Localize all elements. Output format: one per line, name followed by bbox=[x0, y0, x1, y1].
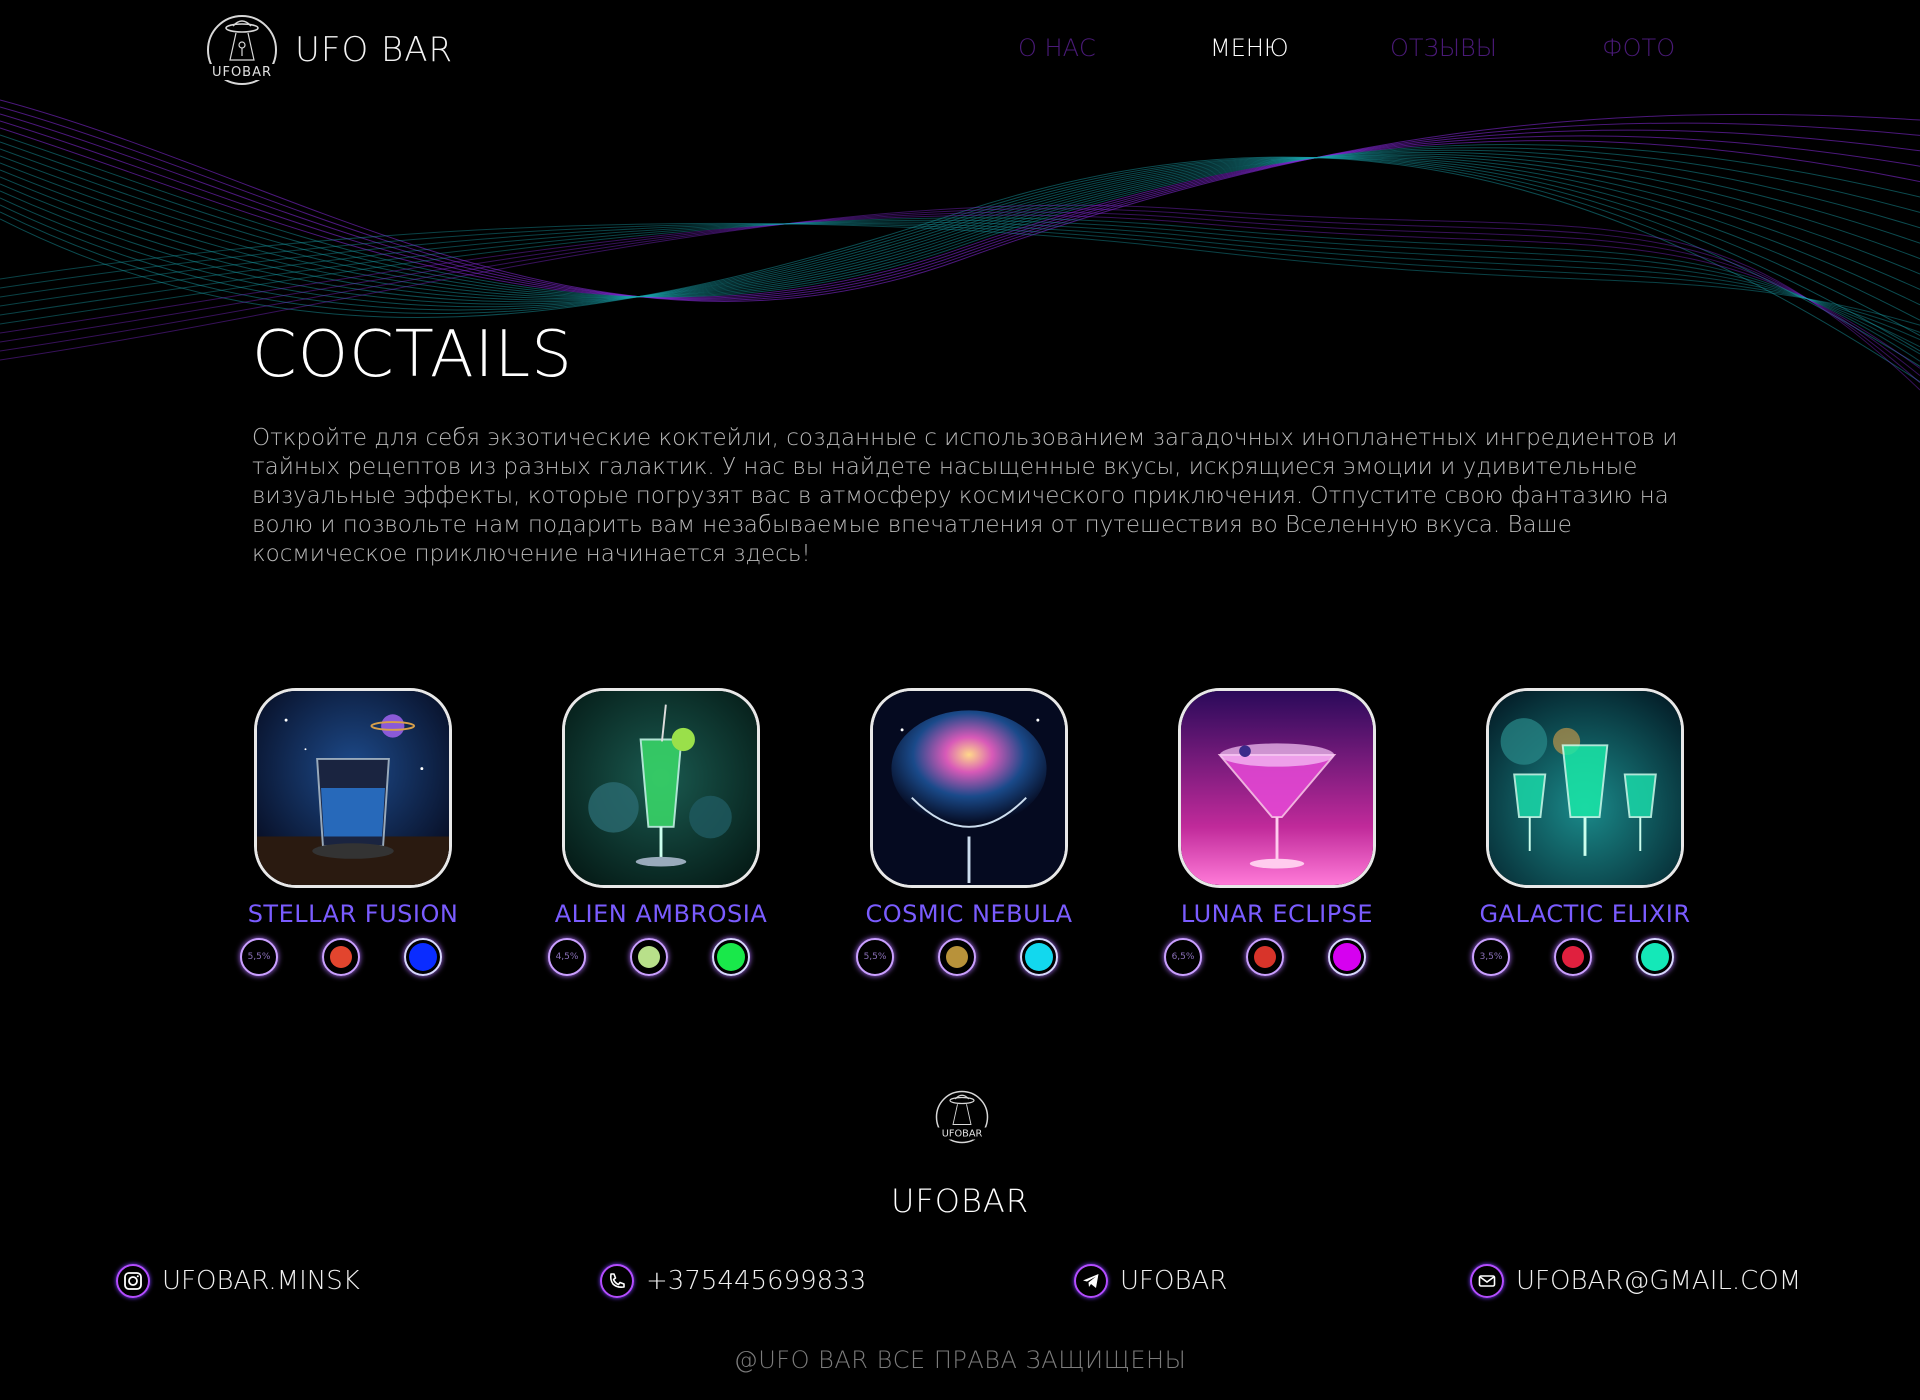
ingredient-icon bbox=[630, 938, 668, 976]
nav-about[interactable]: О НАС bbox=[1018, 34, 1096, 62]
cocktail-photo[interactable] bbox=[870, 688, 1068, 888]
instagram-handle[interactable]: UFOBAR.MINSK bbox=[162, 1266, 360, 1296]
footer-title: UFOBAR bbox=[890, 1182, 1030, 1220]
telegram-link[interactable]: UFOBAR bbox=[1074, 1264, 1227, 1298]
ingredient-swatch bbox=[330, 946, 352, 968]
abv-value: 5,5% bbox=[247, 952, 271, 962]
ingredient-swatch bbox=[1254, 946, 1276, 968]
abv-value: 5,5% bbox=[863, 952, 887, 962]
copyright: @UFO BAR ВСЕ ПРАВА ЗАЩИЩЕНЫ bbox=[733, 1346, 1187, 1374]
ingredient-swatch bbox=[1562, 946, 1584, 968]
hero-description: Откройте для себя экзотические коктейли,… bbox=[252, 425, 1678, 567]
wave-line bbox=[0, 155, 1920, 301]
color-swatch bbox=[1025, 943, 1053, 971]
telegram-handle[interactable]: UFOBAR bbox=[1120, 1266, 1227, 1296]
color-badge bbox=[404, 938, 442, 976]
color-swatch bbox=[717, 943, 745, 971]
abv-value: 6,5% bbox=[1171, 952, 1195, 962]
abv-value: 4,5% bbox=[555, 952, 579, 962]
cocktail-photo[interactable] bbox=[1178, 688, 1376, 888]
instagram-icon bbox=[116, 1264, 150, 1298]
wave-line bbox=[0, 156, 1920, 306]
nav-reviews[interactable]: ОТЗЫВЫ bbox=[1390, 34, 1497, 62]
color-swatch bbox=[409, 943, 437, 971]
phone-number[interactable]: +375445699833 bbox=[646, 1266, 866, 1296]
cocktail-image-icon bbox=[257, 691, 449, 885]
ingredient-icon bbox=[938, 938, 976, 976]
abv-badge: 5,5% bbox=[856, 938, 894, 976]
cocktail-name[interactable]: LUNAR ECLIPSE bbox=[1124, 900, 1430, 928]
ufo-logo-icon[interactable]: UFOBAR bbox=[932, 1088, 992, 1146]
cocktail-photo[interactable] bbox=[254, 688, 452, 888]
cocktail-photo[interactable] bbox=[1486, 688, 1684, 888]
ingredient-swatch bbox=[638, 946, 660, 968]
cocktail-image-icon bbox=[1181, 691, 1373, 885]
phone-icon bbox=[600, 1264, 634, 1298]
color-badge bbox=[712, 938, 750, 976]
email-address[interactable]: UFOBAR@GMAIL.COM bbox=[1516, 1266, 1801, 1296]
wave-line bbox=[0, 151, 1920, 298]
telegram-icon bbox=[1074, 1264, 1108, 1298]
cocktail-list: STELLAR FUSION 5,5% ALIEN AMBROSIA 4,5% bbox=[0, 688, 1920, 978]
mail-icon bbox=[1470, 1264, 1504, 1298]
site-header: UFOBAR UFO BAR О НАС МЕНЮ ОТЗЫВЫ ФОТО bbox=[0, 0, 1920, 100]
ingredient-swatch bbox=[946, 946, 968, 968]
email-link[interactable]: UFOBAR@GMAIL.COM bbox=[1470, 1264, 1801, 1298]
color-swatch bbox=[1641, 943, 1669, 971]
cocktail-image-icon bbox=[873, 691, 1065, 885]
wave-line bbox=[0, 120, 1920, 299]
instagram-link[interactable]: UFOBAR.MINSK bbox=[116, 1264, 360, 1298]
cocktail-image-icon bbox=[565, 691, 757, 885]
phone-link[interactable]: +375445699833 bbox=[600, 1264, 866, 1298]
background-waves bbox=[0, 99, 1920, 391]
site-footer: UFOBAR UFOBAR UFOBAR.MINSK +375445699833… bbox=[0, 1080, 1920, 1400]
cocktail-name[interactable]: ALIEN AMBROSIA bbox=[508, 900, 814, 928]
ingredient-icon bbox=[1246, 938, 1284, 976]
cocktail-name[interactable]: STELLAR FUSION bbox=[200, 900, 506, 928]
ingredient-icon bbox=[322, 938, 360, 976]
svg-text:UFOBAR: UFOBAR bbox=[942, 1129, 983, 1140]
cocktail-name[interactable]: GALACTIC ELIXIR bbox=[1432, 900, 1738, 928]
color-badge bbox=[1328, 938, 1366, 976]
cocktail-image-icon bbox=[1489, 691, 1681, 885]
abv-badge: 3,5% bbox=[1472, 938, 1510, 976]
abv-badge: 6,5% bbox=[1164, 938, 1202, 976]
color-swatch bbox=[1333, 943, 1361, 971]
ingredient-icon bbox=[1554, 938, 1592, 976]
cocktail-photo[interactable] bbox=[562, 688, 760, 888]
page-title: COCTAILS bbox=[252, 318, 573, 392]
brand-name[interactable]: UFO BAR bbox=[295, 30, 453, 70]
color-badge bbox=[1636, 938, 1674, 976]
color-badge bbox=[1020, 938, 1058, 976]
nav-menu[interactable]: МЕНЮ bbox=[1210, 34, 1289, 62]
cocktail-name[interactable]: COSMIC NEBULA bbox=[816, 900, 1122, 928]
nav-photo[interactable]: ФОТО bbox=[1602, 34, 1675, 62]
ufo-logo-icon[interactable]: UFOBAR bbox=[202, 12, 282, 88]
abv-badge: 4,5% bbox=[548, 938, 586, 976]
abv-badge: 5,5% bbox=[240, 938, 278, 976]
abv-value: 3,5% bbox=[1479, 952, 1503, 962]
svg-text:UFOBAR: UFOBAR bbox=[212, 65, 272, 80]
